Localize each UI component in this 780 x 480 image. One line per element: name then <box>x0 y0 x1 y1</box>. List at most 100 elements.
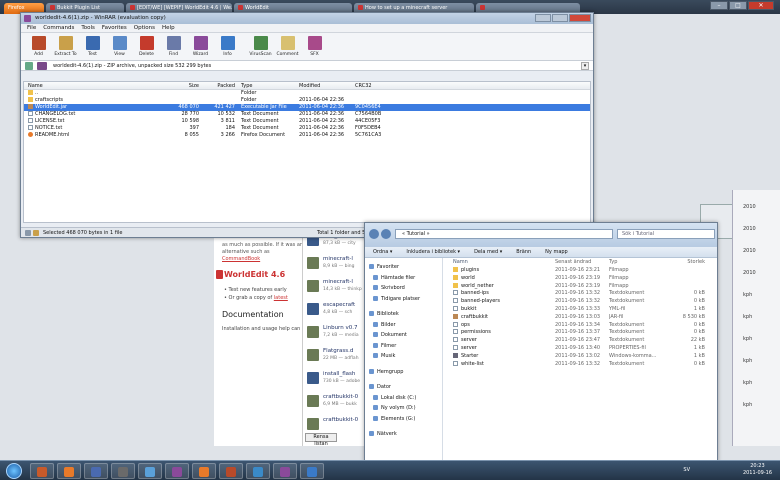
file-row[interactable]: banned-players 2011-09-16 13:32 Textdokume… <box>445 298 717 306</box>
col-type[interactable]: Type <box>238 82 296 89</box>
download-item[interactable]: Linburn v0.7 7,2 kB — media <box>307 324 367 342</box>
archive-row[interactable]: README.html 8 055 3 266 Firefox Document 201… <box>24 132 590 139</box>
taskbar-app-button[interactable] <box>273 463 297 479</box>
back-arrow-icon[interactable] <box>369 229 379 239</box>
search-input[interactable]: Sök i Tutorial <box>617 229 715 239</box>
col-crc[interactable]: CRC32 <box>352 82 392 89</box>
archive-row[interactable]: LICENSE.txt 10 598 3 811 Text Document 2011-… <box>24 118 590 125</box>
start-button-icon[interactable] <box>6 463 22 479</box>
taskbar-app-button[interactable] <box>246 463 270 479</box>
col-name[interactable]: Name <box>24 82 164 89</box>
archive-row[interactable]: CHANGELOG.txt 28 770 10 532 Text Document 20… <box>24 111 590 118</box>
file-row[interactable]: Starter 2011-09-16 13:02 Windows-komma... 1… <box>445 352 717 361</box>
nav-item[interactable]: Elements (G:) <box>373 415 415 422</box>
winrar-minimize-button[interactable] <box>535 14 551 22</box>
archive-row[interactable]: WorldEdit.jar 468 070 421 427 Executable Ja… <box>24 104 590 111</box>
taskbar-app-button[interactable] <box>192 463 216 479</box>
download-item[interactable]: minecraft-l 8,9 kB — bing <box>307 255 367 273</box>
nav-item[interactable]: Tidigare platser <box>373 295 420 302</box>
col-senast-andrad[interactable]: Senast ändrad <box>555 258 609 267</box>
add-button[interactable]: Add <box>25 33 52 61</box>
comment-button[interactable]: Comment <box>274 33 301 61</box>
file-row[interactable]: world_nether 2011-09-16 23:19 Filmapp <box>445 282 717 291</box>
nav-item[interactable]: Ny volym (D:) <box>373 405 416 411</box>
commandbook-link[interactable]: CommandBook <box>222 256 260 262</box>
winrar-titlebar[interactable]: worldedit-4.6(1).zip - WinRAR (evaluatio… <box>21 13 593 24</box>
worldedit-heading[interactable]: WorldEdit 4.6 <box>224 270 285 279</box>
file-row[interactable]: bukkit 2011-09-16 13:33 YML-fil 1 kB <box>445 305 717 314</box>
nav-item[interactable]: Musik <box>373 353 395 359</box>
nav-item[interactable]: Dokument <box>373 332 407 338</box>
archive-row[interactable]: .. Folder <box>24 90 590 97</box>
maximize-button[interactable]: □ <box>729 1 747 10</box>
taskbar-app-button[interactable] <box>165 463 189 479</box>
command-button[interactable]: Dela med ▾ <box>474 247 502 257</box>
command-button[interactable]: Ny mapp <box>545 247 568 257</box>
language-indicator[interactable]: SV <box>683 467 690 473</box>
taskbar-app-button[interactable] <box>219 463 243 479</box>
file-row[interactable]: ops 2011-09-16 13:34 Textdokument 0 kB <box>445 321 717 330</box>
virusscan-button[interactable]: VirusScan <box>247 33 274 61</box>
download-item[interactable]: craftbukkit-0 6,9 MB — bukk <box>307 393 367 411</box>
test-button[interactable]: Test <box>79 33 106 61</box>
download-item[interactable]: Flatgrass.d 22 MB — adflah <box>307 347 367 365</box>
col-typ[interactable]: Typ <box>609 258 669 267</box>
taskbar-app-button[interactable] <box>111 463 135 479</box>
winrar-close-button[interactable] <box>569 14 591 22</box>
command-button[interactable]: Ordna ▾ <box>373 247 392 257</box>
file-row[interactable]: world 2011-09-16 23:19 Filmapp <box>445 274 717 283</box>
extract-to-button[interactable]: Extract To <box>52 33 79 61</box>
sfx-button[interactable]: SFX <box>301 33 328 61</box>
download-item[interactable]: install_flash 730 kB — adobe <box>307 370 367 388</box>
latest-link[interactable]: latest <box>274 295 288 301</box>
wizard-button[interactable]: Wizard <box>187 33 214 61</box>
path-dropdown-button[interactable]: ▾ <box>581 62 589 70</box>
archive-row[interactable]: craftscripts Folder 2011-06-04 22:36 <box>24 97 590 104</box>
menu-help[interactable]: Help <box>162 24 175 32</box>
taskbar-app-button[interactable] <box>57 463 81 479</box>
archive-row[interactable]: NOTICE.txt 397 184 Text Document 2011-06-04 … <box>24 125 590 132</box>
taskbar-app-button[interactable] <box>30 463 54 479</box>
nav-section[interactable]: Favoriter <box>369 264 399 270</box>
file-row[interactable]: plugins 2011-09-16 23:21 Filmapp <box>445 267 717 275</box>
nav-item[interactable]: Lokal disk (C:) <box>373 394 416 401</box>
file-row[interactable]: craftbukkit 2011-09-16 13:03 JAR-fil 8 530 … <box>445 313 717 322</box>
col-modified[interactable]: Modified <box>296 82 352 89</box>
info-button[interactable]: Info <box>214 33 241 61</box>
nav-item[interactable]: Filmer <box>373 342 396 349</box>
taskbar-app-button[interactable] <box>300 463 324 479</box>
system-clock[interactable]: 20:23 2011-09-16 <box>743 463 772 477</box>
download-item[interactable]: minecraft-l 14,3 kB — thinkp <box>307 278 367 296</box>
menu-options[interactable]: Options <box>134 24 155 32</box>
col-namn[interactable]: Namn <box>445 258 555 267</box>
close-button[interactable]: ✕ <box>748 1 774 10</box>
menu-commands[interactable]: Commands <box>43 24 74 32</box>
delete-button[interactable]: Delete <box>133 33 160 61</box>
nav-item[interactable]: Hämtade filer <box>373 274 415 281</box>
nav-item[interactable]: Bilder <box>373 321 396 328</box>
command-button[interactable]: Bränn <box>516 247 531 257</box>
download-item[interactable]: craftbukkit-0 <box>307 416 367 434</box>
nav-item[interactable]: Skrivbord <box>373 285 405 291</box>
winrar-maximize-button[interactable] <box>552 14 568 22</box>
file-row[interactable]: server 2011-09-16 23:47 Textdokument 22 kB <box>445 337 717 345</box>
clear-list-button[interactable]: Rensa listan <box>305 433 337 447</box>
taskbar-app-button[interactable] <box>138 463 162 479</box>
menu-tools[interactable]: Tools <box>81 24 95 32</box>
file-row[interactable]: white-list 2011-09-16 13:32 Textdokument 0 … <box>445 360 717 369</box>
up-folder-icon[interactable] <box>25 62 33 70</box>
address-bar[interactable]: « Tutorial » <box>395 229 613 239</box>
col-packed[interactable]: Packed <box>202 82 238 89</box>
command-button[interactable]: Inkludera i bibliotek ▾ <box>406 247 460 257</box>
forward-arrow-icon[interactable] <box>381 229 391 239</box>
nav-section[interactable]: Nätverk <box>369 431 397 437</box>
nav-section[interactable]: Bibliotek <box>369 311 399 317</box>
menu-file[interactable]: File <box>27 24 36 32</box>
file-row[interactable]: server 2011-09-16 13:40 PROPERTIES-fil 1 kB <box>445 344 717 353</box>
col-storlek[interactable]: Storlek <box>669 258 709 267</box>
view-button[interactable]: View <box>106 33 133 61</box>
find-button[interactable]: Find <box>160 33 187 61</box>
nav-section[interactable]: Dator <box>369 384 391 390</box>
col-size[interactable]: Size <box>164 82 202 89</box>
taskbar-app-button[interactable] <box>84 463 108 479</box>
